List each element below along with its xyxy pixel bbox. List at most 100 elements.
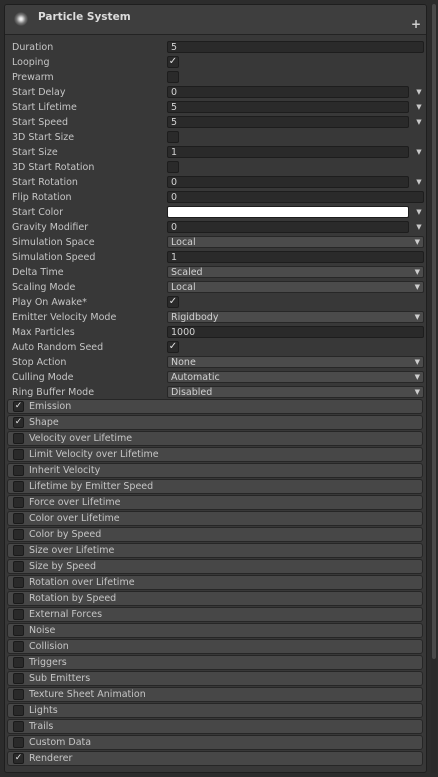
start-delay-field[interactable]: 0 bbox=[167, 86, 409, 98]
property-row-duration: Duration 5 bbox=[5, 40, 426, 55]
prewarm-checkbox[interactable] bbox=[167, 71, 179, 83]
module-lights[interactable]: Lights bbox=[7, 703, 423, 718]
property-row-auto-random-seed: Auto Random Seed ✓ bbox=[5, 340, 426, 355]
property-label: 3D Start Size bbox=[12, 132, 75, 143]
duration-field[interactable]: 5 bbox=[167, 41, 424, 53]
module-renderer[interactable]: ✓ Renderer bbox=[7, 751, 423, 766]
module-emission[interactable]: ✓ Emission bbox=[7, 399, 423, 414]
module-custom-data[interactable]: Custom Data bbox=[7, 735, 423, 750]
module-label: Size by Speed bbox=[29, 561, 96, 572]
module-sub-emitters[interactable]: Sub Emitters bbox=[7, 671, 423, 686]
module-label: Rotation by Speed bbox=[29, 593, 117, 604]
stop-action-dropdown[interactable]: None ▼ bbox=[167, 356, 424, 368]
module-enable-checkbox[interactable] bbox=[13, 689, 24, 700]
simulation-speed-field[interactable]: 1 bbox=[167, 251, 424, 263]
module-color-over-lifetime[interactable]: Color over Lifetime bbox=[7, 511, 423, 526]
module-enable-checkbox[interactable] bbox=[13, 497, 24, 508]
module-enable-checkbox[interactable] bbox=[13, 657, 24, 668]
module-trails[interactable]: Trails bbox=[7, 719, 423, 734]
plus-icon[interactable]: + bbox=[409, 17, 423, 31]
start-lifetime-field[interactable]: 5 bbox=[167, 101, 409, 113]
max-particles-field[interactable]: 1000 bbox=[167, 326, 424, 338]
module-triggers[interactable]: Triggers bbox=[7, 655, 423, 670]
property-row-gravity-modifier: Gravity Modifier 0 ▼ bbox=[5, 220, 426, 235]
module-limit-velocity-over-lifetime[interactable]: Limit Velocity over Lifetime bbox=[7, 447, 423, 462]
module-enable-checkbox[interactable] bbox=[13, 545, 24, 556]
module-enable-checkbox[interactable] bbox=[13, 561, 24, 572]
module-noise[interactable]: Noise bbox=[7, 623, 423, 638]
module-enable-checkbox[interactable] bbox=[13, 513, 24, 524]
module-enable-checkbox[interactable] bbox=[13, 609, 24, 620]
chevron-down-icon[interactable]: ▼ bbox=[414, 207, 424, 218]
scrollbar-thumb[interactable] bbox=[432, 4, 436, 659]
component-title: Particle System bbox=[38, 11, 131, 23]
module-enable-checkbox[interactable] bbox=[13, 481, 24, 492]
ring-buffer-mode-dropdown[interactable]: Disabled ▼ bbox=[167, 386, 424, 398]
module-enable-checkbox[interactable] bbox=[13, 737, 24, 748]
module-label: Renderer bbox=[29, 753, 73, 764]
property-row-delta-time: Delta Time Scaled ▼ bbox=[5, 265, 426, 280]
module-enable-checkbox[interactable] bbox=[13, 705, 24, 716]
delta-time-dropdown[interactable]: Scaled ▼ bbox=[167, 266, 424, 278]
property-row-simulation-space: Simulation Space Local ▼ bbox=[5, 235, 426, 250]
property-label: Ring Buffer Mode bbox=[12, 387, 95, 398]
start-speed-field[interactable]: 5 bbox=[167, 116, 409, 128]
start-color-swatch[interactable] bbox=[167, 206, 409, 218]
module-lifetime-by-emitter-speed[interactable]: Lifetime by Emitter Speed bbox=[7, 479, 423, 494]
property-row-start-color: Start Color ▼ bbox=[5, 205, 426, 220]
module-external-forces[interactable]: External Forces bbox=[7, 607, 423, 622]
chevron-down-icon[interactable]: ▼ bbox=[414, 117, 424, 128]
module-enable-checkbox[interactable] bbox=[13, 433, 24, 444]
start-size-field[interactable]: 1 bbox=[167, 146, 409, 158]
chevron-down-icon[interactable]: ▼ bbox=[414, 177, 424, 188]
chevron-down-icon: ▼ bbox=[414, 313, 420, 321]
3d-start-rotation-checkbox[interactable] bbox=[167, 161, 179, 173]
component-header[interactable]: Particle System + bbox=[5, 5, 426, 35]
module-size-by-speed[interactable]: Size by Speed bbox=[7, 559, 423, 574]
simulation-space-dropdown[interactable]: Local ▼ bbox=[167, 236, 424, 248]
inspector-scrollbar[interactable] bbox=[431, 4, 437, 773]
module-size-over-lifetime[interactable]: Size over Lifetime bbox=[7, 543, 423, 558]
gravity-modifier-field[interactable]: 0 bbox=[167, 221, 409, 233]
module-inherit-velocity[interactable]: Inherit Velocity bbox=[7, 463, 423, 478]
module-rotation-by-speed[interactable]: Rotation by Speed bbox=[7, 591, 423, 606]
module-shape[interactable]: ✓ Shape bbox=[7, 415, 423, 430]
dropdown-value: None bbox=[171, 357, 196, 368]
module-enable-checkbox[interactable] bbox=[13, 625, 24, 636]
module-rotation-over-lifetime[interactable]: Rotation over Lifetime bbox=[7, 575, 423, 590]
play-on-awake-checkbox[interactable]: ✓ bbox=[167, 296, 179, 308]
scaling-mode-dropdown[interactable]: Local ▼ bbox=[167, 281, 424, 293]
module-collision[interactable]: Collision bbox=[7, 639, 423, 654]
chevron-down-icon[interactable]: ▼ bbox=[414, 222, 424, 233]
module-enable-checkbox[interactable] bbox=[13, 529, 24, 540]
module-label: Shape bbox=[29, 417, 59, 428]
start-rotation-field[interactable]: 0 bbox=[167, 176, 409, 188]
3d-start-size-checkbox[interactable] bbox=[167, 131, 179, 143]
chevron-down-icon: ▼ bbox=[414, 268, 420, 276]
chevron-down-icon[interactable]: ▼ bbox=[414, 147, 424, 158]
module-enable-checkbox[interactable]: ✓ bbox=[13, 753, 24, 764]
module-enable-checkbox[interactable] bbox=[13, 577, 24, 588]
chevron-down-icon[interactable]: ▼ bbox=[414, 102, 424, 113]
property-label: Emitter Velocity Mode bbox=[12, 312, 117, 323]
module-force-over-lifetime[interactable]: Force over Lifetime bbox=[7, 495, 423, 510]
property-label: 3D Start Rotation bbox=[12, 162, 95, 173]
module-velocity-over-lifetime[interactable]: Velocity over Lifetime bbox=[7, 431, 423, 446]
auto-random-seed-checkbox[interactable]: ✓ bbox=[167, 341, 179, 353]
dropdown-value: Local bbox=[171, 237, 196, 248]
module-enable-checkbox[interactable] bbox=[13, 449, 24, 460]
module-texture-sheet-animation[interactable]: Texture Sheet Animation bbox=[7, 687, 423, 702]
emitter-velocity-mode-dropdown[interactable]: Rigidbody ▼ bbox=[167, 311, 424, 323]
module-enable-checkbox[interactable]: ✓ bbox=[13, 401, 24, 412]
module-enable-checkbox[interactable] bbox=[13, 465, 24, 476]
module-enable-checkbox[interactable] bbox=[13, 641, 24, 652]
module-enable-checkbox[interactable] bbox=[13, 593, 24, 604]
module-enable-checkbox[interactable] bbox=[13, 673, 24, 684]
module-color-by-speed[interactable]: Color by Speed bbox=[7, 527, 423, 542]
module-enable-checkbox[interactable] bbox=[13, 721, 24, 732]
module-enable-checkbox[interactable]: ✓ bbox=[13, 417, 24, 428]
looping-checkbox[interactable]: ✓ bbox=[167, 56, 179, 68]
chevron-down-icon[interactable]: ▼ bbox=[414, 87, 424, 98]
culling-mode-dropdown[interactable]: Automatic ▼ bbox=[167, 371, 424, 383]
flip-rotation-field[interactable]: 0 bbox=[167, 191, 424, 203]
